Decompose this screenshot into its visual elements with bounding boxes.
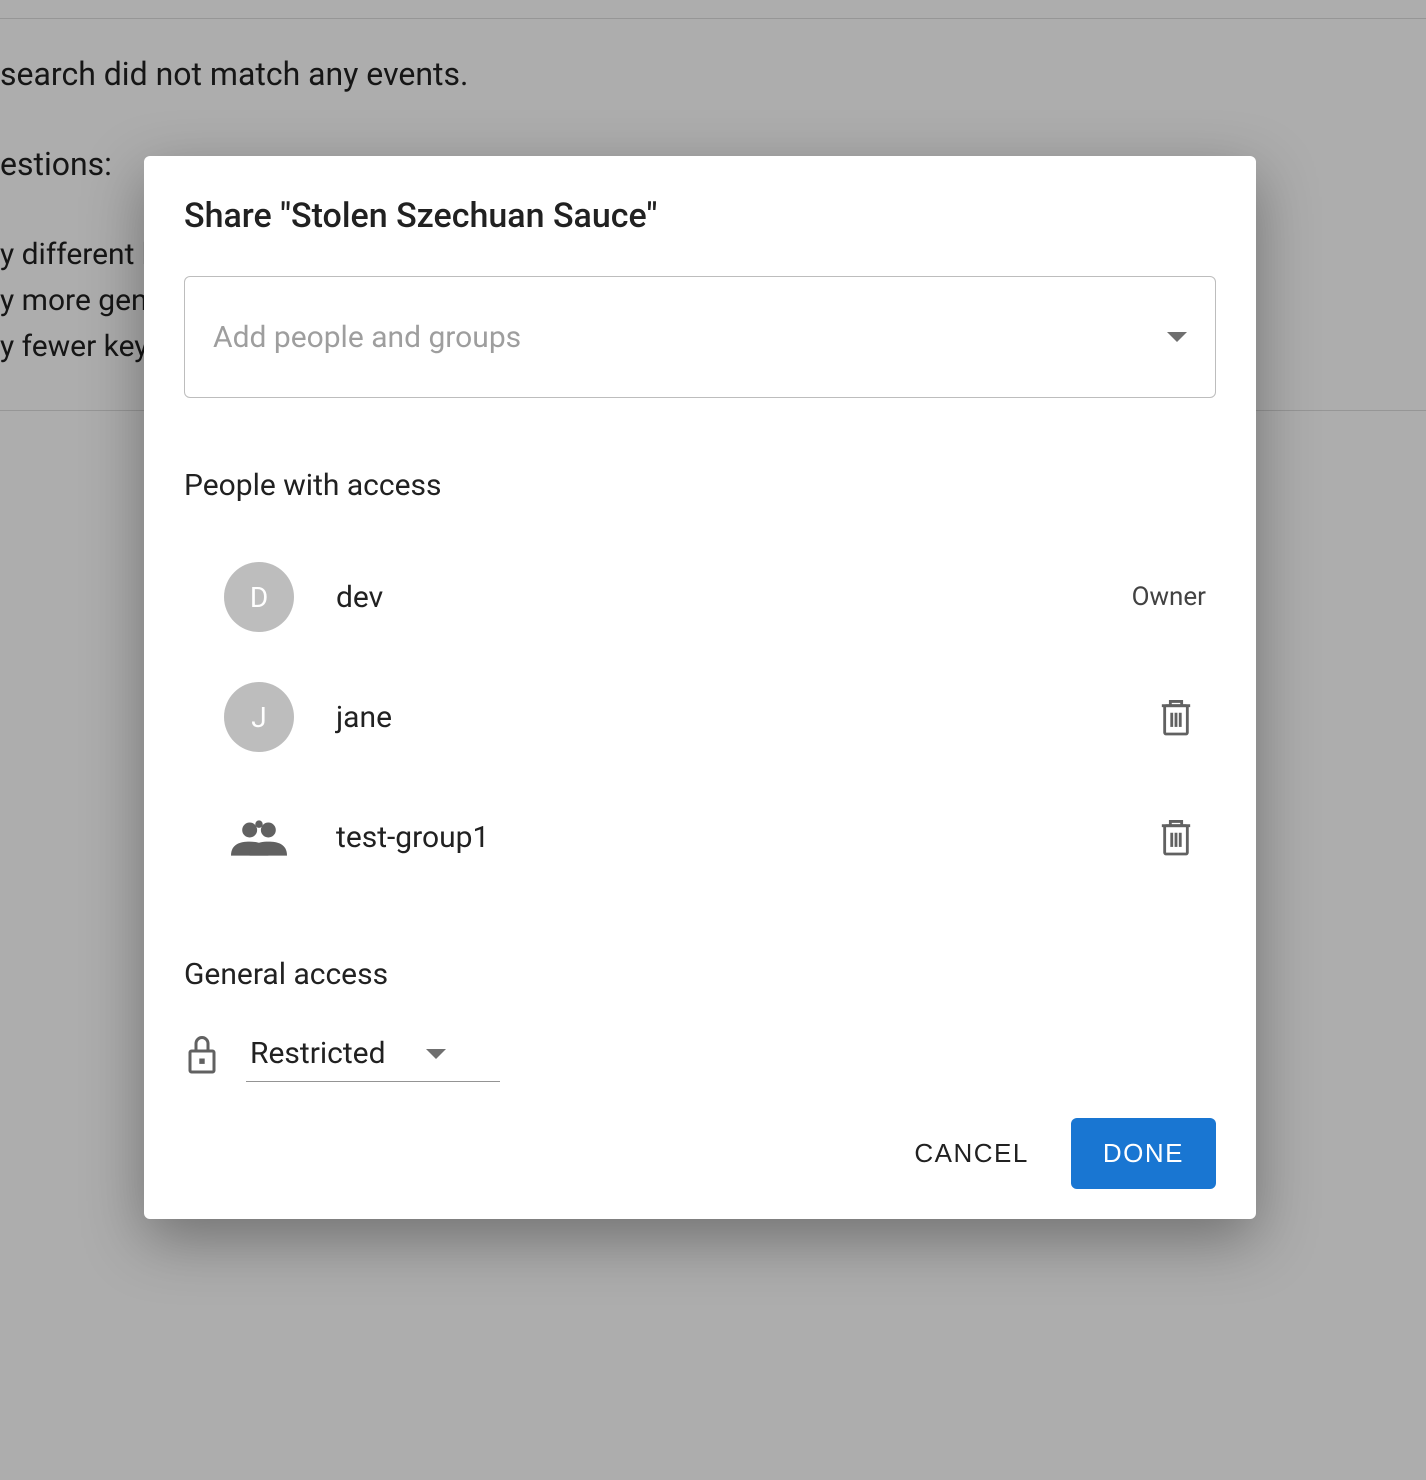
lock-icon bbox=[184, 1032, 220, 1076]
done-button[interactable]: DONE bbox=[1071, 1118, 1216, 1189]
trash-icon bbox=[1159, 817, 1193, 857]
avatar: D bbox=[224, 562, 294, 632]
share-dialog: Share "Stolen Szechuan Sauce" Add people… bbox=[144, 156, 1256, 1219]
role-label: Owner bbox=[1132, 582, 1206, 612]
dialog-title: Share "Stolen Szechuan Sauce" bbox=[184, 196, 1216, 236]
remove-user-button[interactable] bbox=[1146, 687, 1206, 747]
add-people-input[interactable]: Add people and groups bbox=[184, 276, 1216, 398]
chevron-down-icon bbox=[1167, 332, 1187, 342]
avatar: J bbox=[224, 682, 294, 752]
person-name: dev bbox=[336, 580, 1132, 615]
person-name: jane bbox=[336, 700, 1146, 735]
trash-icon bbox=[1159, 697, 1193, 737]
people-with-access-label: People with access bbox=[184, 468, 1216, 503]
general-access-label: General access bbox=[184, 957, 1216, 992]
person-row: test-group1 bbox=[184, 777, 1216, 897]
group-icon bbox=[224, 802, 294, 872]
cancel-button[interactable]: CANCEL bbox=[890, 1118, 1052, 1189]
general-access-value: Restricted bbox=[250, 1036, 386, 1071]
chevron-down-icon bbox=[426, 1049, 446, 1059]
person-row: J jane bbox=[184, 657, 1216, 777]
remove-group-button[interactable] bbox=[1146, 807, 1206, 867]
dialog-actions: CANCEL DONE bbox=[184, 1118, 1216, 1189]
general-access-select[interactable]: Restricted bbox=[246, 1026, 500, 1082]
person-row: D dev Owner bbox=[184, 537, 1216, 657]
general-access-row: Restricted bbox=[184, 1026, 1216, 1082]
group-name: test-group1 bbox=[336, 820, 1146, 855]
people-list: D dev Owner J jane bbox=[184, 537, 1216, 897]
add-people-placeholder: Add people and groups bbox=[213, 320, 1167, 355]
